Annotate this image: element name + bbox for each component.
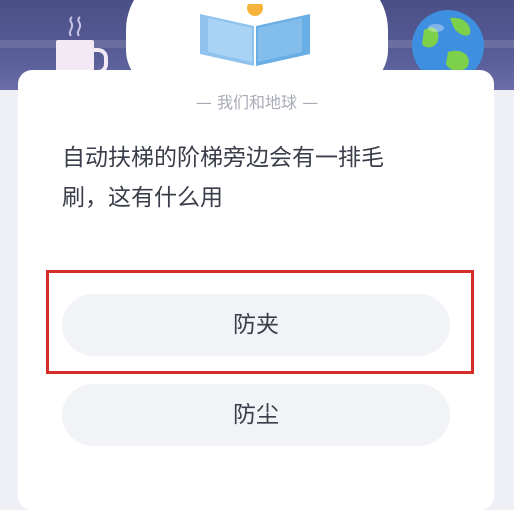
steam-icon — [66, 16, 86, 38]
question-line-1: 自动扶梯的阶梯旁边会有一排毛 — [62, 145, 384, 171]
answer-option-2[interactable]: 防尘 — [62, 384, 450, 446]
question-text: 自动扶梯的阶梯旁边会有一排毛 刷，这有什么用 — [62, 138, 442, 218]
answer-option-1[interactable]: 防夹 — [62, 294, 450, 356]
category-label: — 我们和地球 — — [195, 93, 319, 112]
question-line-2: 刷，这有什么用 — [62, 185, 223, 211]
book-icon — [200, 4, 310, 66]
